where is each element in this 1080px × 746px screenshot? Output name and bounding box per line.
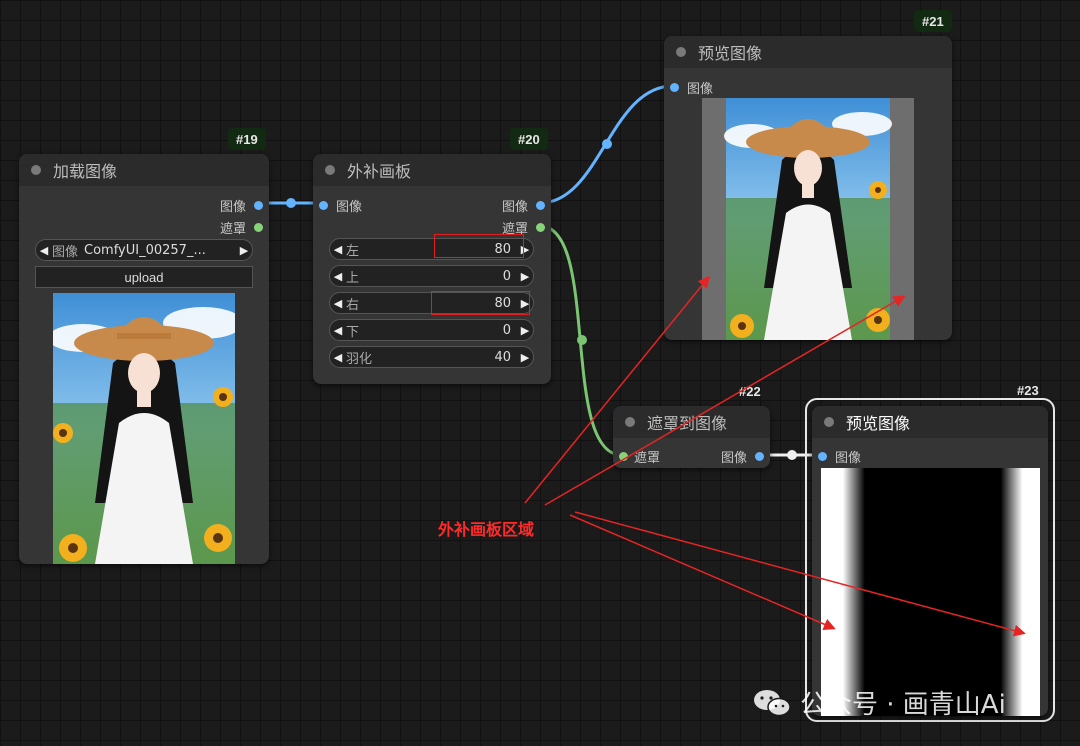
annotation-arrows bbox=[524, 275, 1026, 637]
wechat-icon bbox=[752, 688, 792, 718]
watermark: 公众号 · 画青山Ai bbox=[752, 684, 1006, 721]
annotation-label: 外补画板区域 bbox=[438, 520, 535, 539]
watermark-text: 公众号 · 画青山Ai bbox=[800, 690, 1006, 720]
